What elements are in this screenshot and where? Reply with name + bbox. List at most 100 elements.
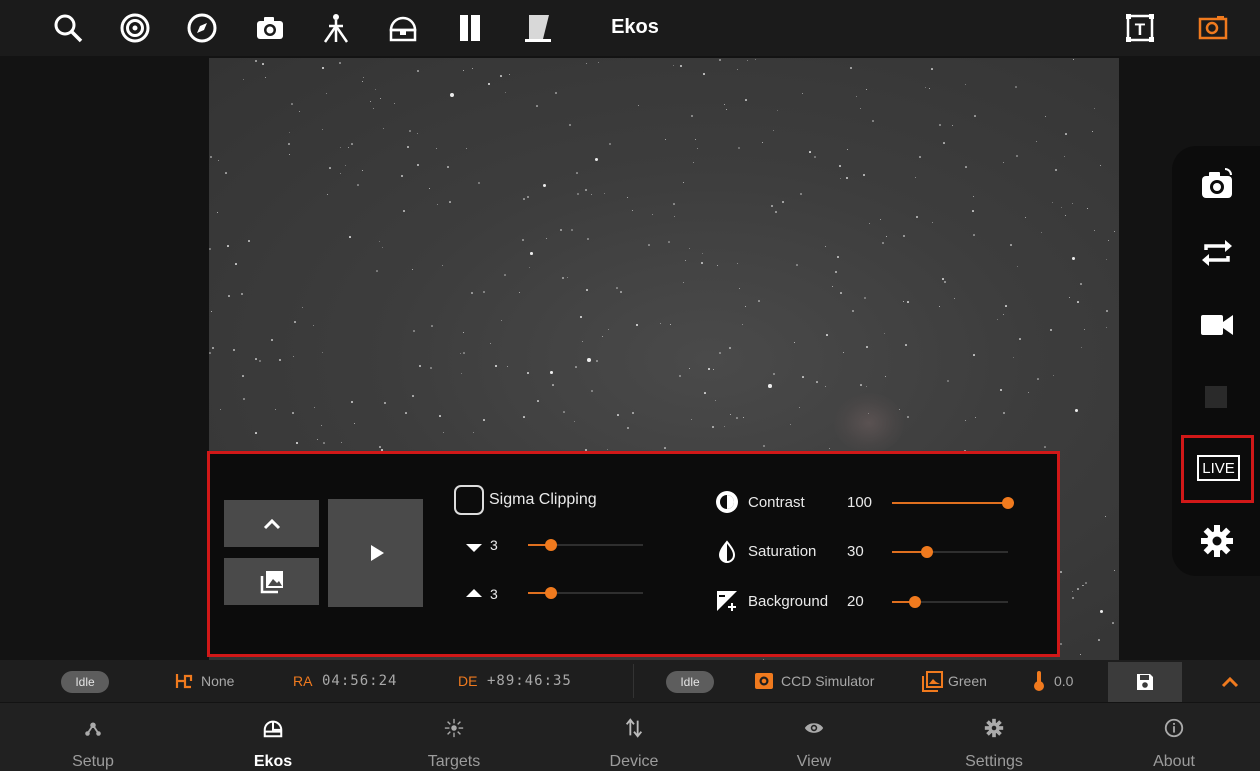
- star: [461, 373, 463, 375]
- star: [463, 352, 465, 354]
- flat-panel-icon[interactable]: [517, 8, 557, 48]
- caret-up-icon: [466, 589, 482, 597]
- star: [384, 402, 386, 404]
- star: [577, 193, 579, 195]
- star: [839, 165, 841, 167]
- star: [488, 83, 491, 86]
- star: [773, 130, 774, 131]
- search-icon[interactable]: [48, 8, 88, 48]
- star: [864, 297, 866, 299]
- nav-item-settings[interactable]: Settings: [931, 703, 1057, 771]
- nav-item-ekos[interactable]: Ekos: [210, 703, 336, 771]
- nav-item-device[interactable]: Device: [571, 703, 697, 771]
- star: [523, 416, 525, 418]
- nav-label-ekos: Ekos: [253, 753, 293, 770]
- contrast-value: 100: [847, 494, 873, 511]
- star: [886, 236, 888, 238]
- star: [719, 352, 721, 354]
- star: [209, 352, 211, 354]
- star: [255, 432, 257, 434]
- star: [704, 392, 706, 394]
- settings-icon[interactable]: [1185, 513, 1249, 569]
- star: [569, 124, 571, 126]
- save-button[interactable]: [1108, 662, 1182, 702]
- video-icon[interactable]: [1185, 297, 1249, 353]
- star: [293, 356, 295, 358]
- loop-icon[interactable]: [1185, 225, 1249, 281]
- star: [632, 412, 634, 414]
- sigma-high-slider[interactable]: [545, 587, 557, 599]
- star: [255, 358, 257, 360]
- star: [620, 291, 622, 293]
- star: [1112, 622, 1114, 624]
- star: [742, 324, 743, 325]
- background-icon: [717, 591, 737, 611]
- star: [279, 359, 281, 361]
- tripod-icon[interactable]: [316, 8, 356, 48]
- dome-icon[interactable]: [383, 8, 423, 48]
- capture-icon[interactable]: [1185, 156, 1249, 212]
- star: [685, 260, 687, 262]
- star: [322, 67, 325, 70]
- camera-icon[interactable]: [250, 8, 290, 48]
- star: [209, 248, 211, 250]
- play-button[interactable]: [328, 499, 423, 607]
- collapse-panel-button[interactable]: [224, 500, 319, 547]
- star: [943, 142, 945, 144]
- star: [739, 288, 741, 290]
- star: [660, 323, 662, 325]
- nav-item-targets[interactable]: Targets: [391, 703, 517, 771]
- star: [1045, 116, 1047, 118]
- stop-icon[interactable]: [1205, 386, 1227, 408]
- star: [580, 316, 583, 319]
- star: [832, 286, 834, 288]
- star: [463, 70, 465, 72]
- star: [296, 442, 298, 444]
- star: [1075, 409, 1078, 412]
- gallery-button[interactable]: [224, 558, 319, 605]
- star: [349, 236, 351, 238]
- star: [997, 319, 999, 321]
- star: [1060, 571, 1062, 573]
- star: [289, 132, 291, 134]
- about-icon: [1164, 718, 1184, 738]
- sigma-low-value: 3: [490, 537, 498, 553]
- compass-icon[interactable]: [182, 8, 222, 48]
- star: [604, 193, 606, 195]
- nav-item-about[interactable]: About: [1111, 703, 1237, 771]
- star: [843, 352, 845, 354]
- star: [942, 278, 944, 280]
- star: [294, 321, 296, 323]
- sigma-clipping-checkbox[interactable]: [454, 485, 484, 515]
- star: [327, 194, 329, 196]
- star: [638, 105, 640, 107]
- star: [591, 390, 593, 392]
- star: [840, 292, 842, 294]
- star: [340, 173, 342, 175]
- saturation-slider[interactable]: [921, 546, 933, 558]
- star: [907, 416, 909, 418]
- star: [241, 293, 243, 295]
- star: [1105, 516, 1107, 518]
- background-value: 20: [847, 593, 864, 610]
- star: [376, 270, 378, 272]
- star: [915, 177, 917, 179]
- expand-status-button[interactable]: [1205, 662, 1255, 702]
- nav-item-view[interactable]: View: [751, 703, 877, 771]
- contrast-slider[interactable]: [1002, 497, 1014, 509]
- nav-item-setup[interactable]: Setup: [30, 703, 156, 771]
- text-mode-icon[interactable]: T: [1120, 8, 1160, 48]
- background-slider[interactable]: [909, 596, 921, 608]
- star: [1037, 378, 1039, 380]
- frame-icon[interactable]: [1193, 8, 1233, 48]
- live-button[interactable]: LIVE: [1197, 455, 1240, 481]
- star: [442, 265, 444, 267]
- star: [825, 246, 827, 248]
- star: [322, 352, 324, 354]
- star: [571, 229, 573, 231]
- sigma-low-slider[interactable]: [545, 539, 557, 551]
- target-icon[interactable]: [115, 8, 155, 48]
- star: [220, 409, 222, 411]
- star: [885, 376, 887, 378]
- filter-icon[interactable]: [450, 8, 490, 48]
